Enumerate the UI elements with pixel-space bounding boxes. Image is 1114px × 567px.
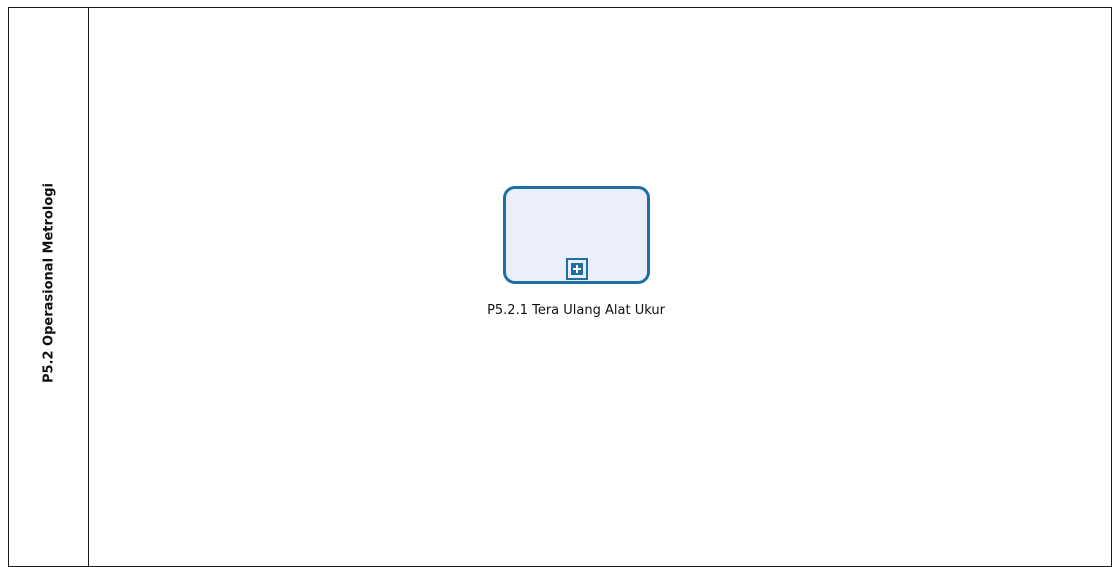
task-label: P5.2.1 Tera Ulang Alat Ukur	[487, 303, 665, 318]
pool-label: P5.2 Operasional Metrologi	[41, 182, 57, 384]
pool-header: P5.2 Operasional Metrologi	[9, 8, 89, 566]
collapsed-subprocess-task[interactable]	[503, 186, 650, 284]
pool: P5.2 Operasional Metrologi	[8, 7, 1112, 567]
plus-icon	[571, 263, 583, 275]
plus-square-icon[interactable]	[566, 258, 588, 280]
